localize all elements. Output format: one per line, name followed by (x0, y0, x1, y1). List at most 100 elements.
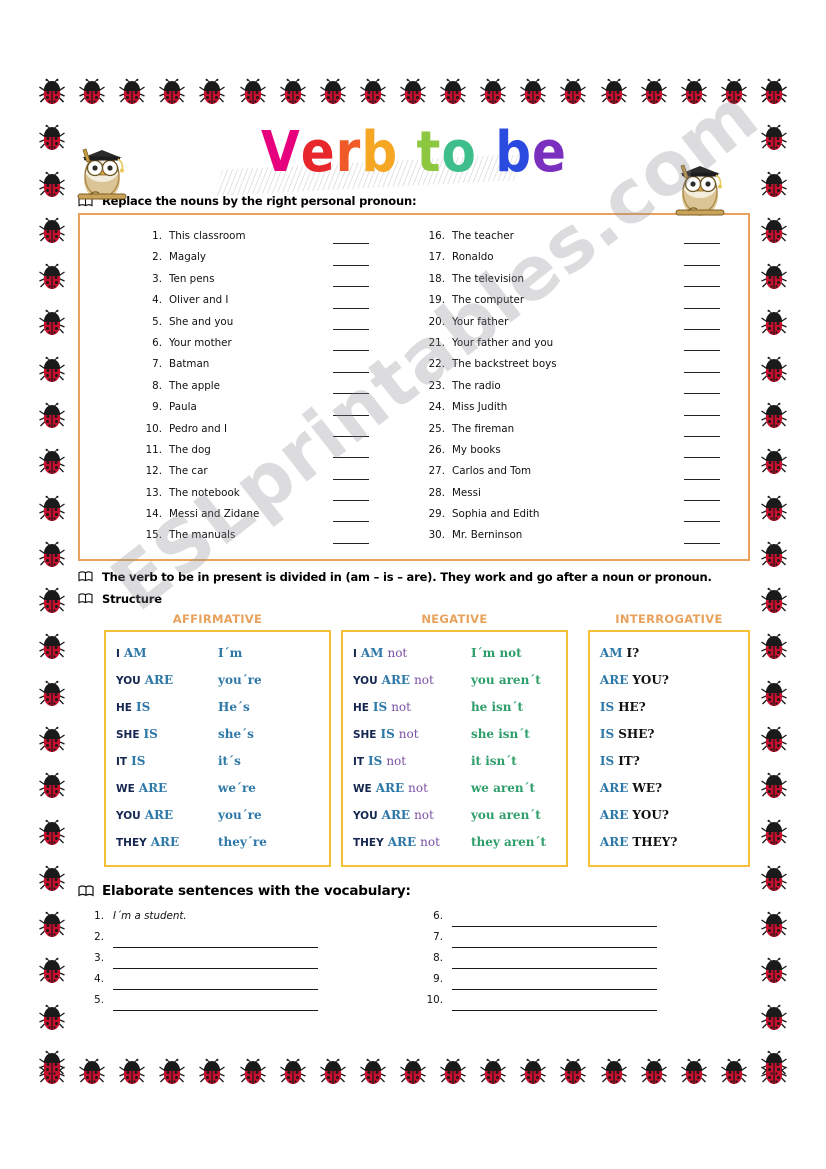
elaborate-answer-blank[interactable] (452, 911, 657, 927)
elaborate-answer-blank[interactable] (113, 953, 318, 969)
noun-item-answer-blank[interactable] (333, 414, 369, 416)
ladybug-icon (600, 78, 628, 106)
verb: IS (599, 753, 615, 768)
ladybug-icon (720, 78, 748, 106)
negative-row: YOU ARE not you aren´t (343, 802, 566, 829)
interrogative-row: ARE WE? (590, 775, 748, 802)
ladybug-icon (680, 1058, 708, 1086)
noun-item-answer-blank[interactable] (684, 542, 720, 544)
elaborate-exercise: 1. I´m a student. 2. 3. 4. 5. 6. 7. 8. 9. 10. (78, 906, 750, 1011)
title-letter (398, 114, 416, 190)
negation-word: not (398, 726, 419, 741)
noun-item-answer-blank[interactable] (333, 286, 369, 288)
negation-word: not (391, 699, 411, 714)
noun-item-answer-blank[interactable] (684, 521, 720, 523)
verb: IS (135, 699, 151, 714)
negative-full-form: YOU ARE not (353, 802, 471, 830)
verb: IS (599, 726, 615, 741)
ladybug-border-right (760, 78, 788, 1078)
elaborate-answer-blank[interactable] (113, 974, 318, 990)
noun-item-answer-blank[interactable] (333, 393, 369, 395)
noun-item: 25. The fireman (421, 419, 734, 440)
noun-item-answer-blank[interactable] (684, 500, 720, 502)
noun-item-answer-blank[interactable] (333, 435, 369, 437)
noun-item-answer-blank[interactable] (684, 328, 720, 330)
negative-row: SHE IS not she isn´t (343, 721, 566, 748)
ladybug-icon (760, 633, 788, 661)
noun-item: 19. The computer (421, 290, 734, 311)
noun-item-answer-blank[interactable] (333, 542, 369, 544)
noun-item: 17. Ronaldo (421, 247, 734, 268)
noun-item-number: 29. (428, 508, 445, 521)
elaborate-answer-blank[interactable] (452, 974, 657, 990)
noun-item-answer-blank[interactable] (684, 414, 720, 416)
ladybug-icon (760, 78, 788, 106)
ladybug-icon (479, 1058, 507, 1086)
noun-item-number: 15. (145, 529, 162, 542)
noun-item-answer-blank[interactable] (684, 286, 720, 288)
noun-item-answer-blank[interactable] (333, 264, 369, 266)
noun-item-answer-blank[interactable] (684, 478, 720, 480)
interrogative-question: IS IT? (600, 748, 640, 775)
elaborate-item-number: 5. (94, 993, 104, 1006)
elaborate-answer-blank[interactable] (113, 932, 318, 948)
noun-item-answer-blank[interactable] (333, 521, 369, 523)
elaborate-answer-blank[interactable] (452, 953, 657, 969)
elaborate-item: 5. (78, 990, 411, 1011)
elaborate-answer-blank[interactable] (452, 995, 657, 1011)
worksheet-page: Verb to be Replace the nouns by the righ… (0, 0, 826, 1169)
ladybug-icon (760, 495, 788, 523)
noun-item-number: 14. (145, 508, 162, 521)
noun-item: 11. The dog (94, 440, 407, 461)
noun-item-answer-blank[interactable] (684, 371, 720, 373)
noun-item-answer-blank[interactable] (684, 264, 720, 266)
noun-item-answer-blank[interactable] (684, 457, 720, 459)
noun-item-answer-blank[interactable] (333, 243, 369, 245)
elaborate-column-right: 6. 7. 8. 9. 10. (417, 906, 750, 1011)
ladybug-icon (158, 78, 186, 106)
noun-item-answer-blank[interactable] (684, 307, 720, 309)
noun-item-answer-blank[interactable] (333, 500, 369, 502)
pronoun: SHE? (618, 726, 655, 741)
ladybug-border-bottom (38, 1058, 788, 1086)
noun-item-answer-blank[interactable] (684, 435, 720, 437)
elaborate-answer-blank[interactable] (452, 932, 657, 948)
affirmative-full-form: SHE IS (116, 721, 218, 749)
noun-item-answer-blank[interactable] (684, 393, 720, 395)
noun-item-number: 12. (145, 465, 162, 478)
ladybug-icon (760, 772, 788, 800)
affirmative-full-form: THEY ARE (116, 829, 218, 857)
noun-item-text: The computer (452, 294, 525, 307)
ladybug-icon (720, 1058, 748, 1086)
ladybug-icon (38, 1004, 66, 1032)
instruction-replace-nouns-text: Replace the nouns by the right personal … (102, 194, 417, 208)
noun-item-answer-blank[interactable] (333, 457, 369, 459)
noun-item-answer-blank[interactable] (333, 478, 369, 480)
noun-item-number: 13. (145, 486, 162, 499)
negation-word: not (414, 807, 434, 822)
noun-item-answer-blank[interactable] (684, 243, 720, 245)
title-letter: r (335, 119, 362, 185)
pronoun: YOU (116, 809, 141, 822)
ladybug-icon (38, 263, 66, 291)
table-negative: NEGATIVE I AM not I´m not YOU ARE not you a… (340, 612, 568, 867)
ladybug-icon (559, 1058, 587, 1086)
ladybug-icon (319, 1058, 347, 1086)
elaborate-item: 10. (417, 990, 750, 1011)
noun-item-answer-blank[interactable] (333, 307, 369, 309)
affirmative-row: YOU ARE you´re (106, 802, 329, 829)
elaborate-answer-blank[interactable] (113, 995, 318, 1011)
noun-item-answer-blank[interactable] (333, 350, 369, 352)
noun-item-text: My books (452, 443, 501, 456)
elaborate-item: 4. (78, 969, 411, 990)
interrogative-question: ARE THEY? (600, 829, 677, 856)
contraction: you aren´t (470, 672, 541, 687)
noun-item-answer-blank[interactable] (684, 350, 720, 352)
noun-item-answer-blank[interactable] (333, 371, 369, 373)
noun-item-text: The apple (169, 379, 221, 392)
noun-item-text: Sophia and Edith (452, 508, 540, 521)
noun-item-number: 17. (428, 251, 445, 264)
noun-item-answer-blank[interactable] (333, 328, 369, 330)
negative-full-form: WE ARE not (353, 775, 471, 803)
owl-graduate-icon-right (672, 148, 728, 220)
